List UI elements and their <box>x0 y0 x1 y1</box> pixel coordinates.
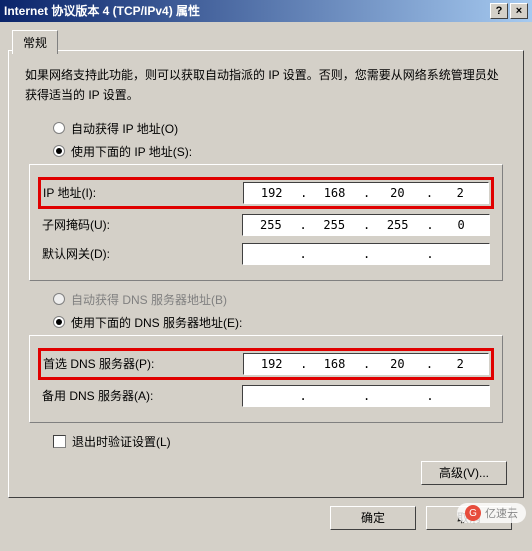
tab-panel-general: 如果网络支持此功能，则可以获取自动指派的 IP 设置。否则，您需要从网络系统管理… <box>8 50 524 498</box>
checkbox-icon <box>53 435 66 448</box>
subnet-mask-label: 子网掩码(U): <box>42 216 242 233</box>
ip-address-row: IP 地址(I): 192. 168. 20. 2 <box>38 177 494 209</box>
radio-icon <box>53 122 65 134</box>
ip-octet[interactable]: 255 <box>256 218 286 232</box>
titlebar: Internet 协议版本 4 (TCP/IPv4) 属性 ? × <box>0 0 532 22</box>
dns-group: 首选 DNS 服务器(P): 192. 168. 20. 2 备用 DNS 服务… <box>29 335 503 423</box>
watermark-text: 亿速云 <box>485 505 518 521</box>
help-icon[interactable]: ? <box>490 3 508 19</box>
watermark: G 亿速云 <box>457 503 526 523</box>
alternate-dns-row: 备用 DNS 服务器(A): . . . <box>42 383 490 409</box>
close-icon[interactable]: × <box>510 3 528 19</box>
tab-general-label: 常规 <box>23 36 47 50</box>
radio-manual-dns[interactable]: 使用下面的 DNS 服务器地址(E): <box>53 314 507 331</box>
radio-manual-ip-label: 使用下面的 IP 地址(S): <box>71 143 192 160</box>
ip-group: IP 地址(I): 192. 168. 20. 2 子网掩码(U): 255. … <box>29 164 503 281</box>
ip-octet[interactable]: 2 <box>445 186 475 200</box>
description-text: 如果网络支持此功能，则可以获取自动指派的 IP 设置。否则，您需要从网络系统管理… <box>25 65 507 106</box>
ip-octet[interactable]: 2 <box>445 357 475 371</box>
alternate-dns-label: 备用 DNS 服务器(A): <box>42 387 242 404</box>
dialog-footer: 确定 取消 <box>8 498 524 530</box>
tabstrip: 常规 <box>8 28 524 50</box>
gateway-input[interactable]: . . . <box>242 243 490 265</box>
ip-address-input[interactable]: 192. 168. 20. 2 <box>243 182 489 204</box>
ip-address-label: IP 地址(I): <box>43 184 243 201</box>
watermark-logo-icon: G <box>465 505 481 521</box>
radio-auto-ip[interactable]: 自动获得 IP 地址(O) <box>53 120 507 137</box>
ip-octet[interactable]: 168 <box>320 357 350 371</box>
ok-button[interactable]: 确定 <box>330 506 416 530</box>
window-title: Internet 协议版本 4 (TCP/IPv4) 属性 <box>4 0 200 22</box>
ok-button-label: 确定 <box>361 511 385 525</box>
ip-octet[interactable]: 20 <box>382 357 412 371</box>
ip-octet[interactable]: 0 <box>446 218 476 232</box>
ip-octet[interactable]: 255 <box>319 218 349 232</box>
alternate-dns-input[interactable]: . . . <box>242 385 490 407</box>
radio-icon <box>53 293 65 305</box>
gateway-row: 默认网关(D): . . . <box>42 241 490 267</box>
radio-icon <box>53 316 65 328</box>
validate-on-exit[interactable]: 退出时验证设置(L) <box>53 433 507 450</box>
tab-general[interactable]: 常规 <box>12 30 58 54</box>
radio-manual-dns-label: 使用下面的 DNS 服务器地址(E): <box>71 314 242 331</box>
radio-auto-ip-label: 自动获得 IP 地址(O) <box>71 120 178 137</box>
preferred-dns-row: 首选 DNS 服务器(P): 192. 168. 20. 2 <box>38 348 494 380</box>
validate-on-exit-label: 退出时验证设置(L) <box>72 433 171 450</box>
subnet-mask-input[interactable]: 255. 255. 255. 0 <box>242 214 490 236</box>
advanced-button-label: 高级(V)... <box>439 466 489 480</box>
gateway-label: 默认网关(D): <box>42 245 242 262</box>
ip-octet[interactable]: 168 <box>320 186 350 200</box>
radio-manual-ip[interactable]: 使用下面的 IP 地址(S): <box>53 143 507 160</box>
preferred-dns-label: 首选 DNS 服务器(P): <box>43 355 243 372</box>
advanced-button[interactable]: 高级(V)... <box>421 461 507 485</box>
radio-icon <box>53 145 65 157</box>
ip-octet[interactable]: 192 <box>257 186 287 200</box>
ip-octet[interactable]: 192 <box>257 357 287 371</box>
radio-auto-dns-label: 自动获得 DNS 服务器地址(B) <box>71 291 227 308</box>
ip-octet[interactable]: 20 <box>382 186 412 200</box>
subnet-mask-row: 子网掩码(U): 255. 255. 255. 0 <box>42 212 490 238</box>
preferred-dns-input[interactable]: 192. 168. 20. 2 <box>243 353 489 375</box>
radio-auto-dns: 自动获得 DNS 服务器地址(B) <box>53 291 507 308</box>
ip-octet[interactable]: 255 <box>383 218 413 232</box>
